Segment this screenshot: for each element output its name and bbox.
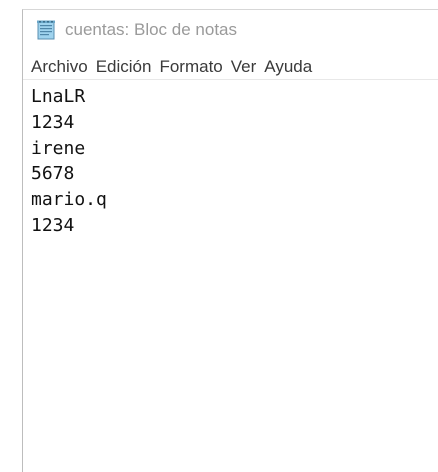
menu-formato[interactable]: Formato <box>155 55 226 79</box>
menu-archivo[interactable]: Archivo <box>23 55 92 79</box>
title-bar[interactable]: cuentas: Bloc de notas <box>23 10 438 50</box>
editor-line: 5678 <box>31 163 75 185</box>
screen-background: cuentas: Bloc de notas Archivo Edición F… <box>0 0 438 472</box>
editor-line: 1234 <box>31 111 75 133</box>
menu-ayuda[interactable]: Ayuda <box>260 55 316 79</box>
menu-bar: Archivo Edición Formato Ver Ayuda <box>23 55 438 80</box>
text-editor[interactable]: LnaLR 1234 irene 5678 mario.q 1234 <box>23 81 438 472</box>
editor-line: 1234 <box>31 214 75 236</box>
window-title: cuentas: Bloc de notas <box>65 20 238 39</box>
notepad-window: cuentas: Bloc de notas Archivo Edición F… <box>22 9 438 472</box>
menu-ver[interactable]: Ver <box>227 55 261 79</box>
editor-content: LnaLR 1234 irene 5678 mario.q 1234 <box>31 84 107 239</box>
editor-line: mario.q <box>31 189 107 211</box>
notepad-icon <box>35 20 57 40</box>
editor-line: irene <box>31 137 86 159</box>
menu-edicion[interactable]: Edición <box>92 55 156 79</box>
editor-line: LnaLR <box>31 86 86 107</box>
